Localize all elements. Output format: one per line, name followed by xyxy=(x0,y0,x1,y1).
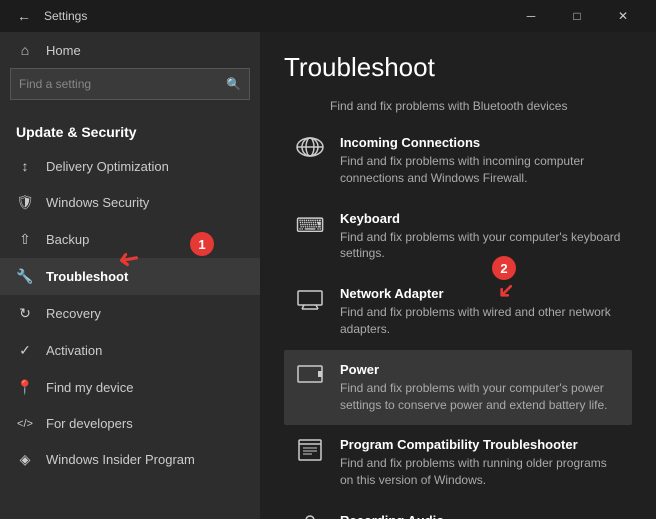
network-icon xyxy=(294,288,326,310)
sidebar-item-label: Recovery xyxy=(46,306,101,321)
developers-icon: </> xyxy=(16,418,34,430)
maximize-button[interactable]: □ xyxy=(554,0,600,32)
sidebar-item-activation[interactable]: ✓ Activation xyxy=(0,332,260,369)
find-device-icon: 📍 xyxy=(16,379,34,396)
window-controls: ─ □ ✕ xyxy=(508,0,646,32)
audio-icon xyxy=(294,515,326,519)
recovery-icon: ↻ xyxy=(16,305,34,322)
search-icon: 🔍 xyxy=(226,77,241,91)
app-title: Settings xyxy=(44,9,508,23)
sidebar-item-recovery[interactable]: ↻ Recovery xyxy=(0,295,260,332)
incoming-icon xyxy=(294,137,326,157)
power-icon xyxy=(294,364,326,384)
compatibility-text: Program Compatibility Troubleshooter Fin… xyxy=(340,437,622,489)
keyboard-icon: ⌨ xyxy=(294,213,326,238)
sidebar-item-label: Find my device xyxy=(46,380,133,395)
back-button[interactable]: ← xyxy=(10,2,38,30)
sidebar: ⌂ Home 🔍 Update & Security ↕ Delivery Op… xyxy=(0,32,260,519)
sidebar-item-label: Delivery Optimization xyxy=(46,159,169,174)
search-input[interactable] xyxy=(19,77,226,91)
incoming-text: Incoming Connections Find and fix proble… xyxy=(340,135,622,187)
sidebar-item-label: Backup xyxy=(46,232,89,247)
home-icon: ⌂ xyxy=(16,42,34,58)
sidebar-item-delivery[interactable]: ↕ Delivery Optimization xyxy=(0,148,260,184)
sidebar-item-backup[interactable]: ⇧ Backup xyxy=(0,221,260,258)
backup-icon: ⇧ xyxy=(16,231,34,248)
sidebar-item-label: Troubleshoot xyxy=(46,269,128,284)
activation-icon: ✓ xyxy=(16,342,34,359)
page-title: Troubleshoot xyxy=(284,52,632,83)
shield-icon: 🛡 xyxy=(16,194,34,211)
delivery-icon: ↕ xyxy=(16,158,34,174)
main-container: ⌂ Home 🔍 Update & Security ↕ Delivery Op… xyxy=(0,32,656,519)
troubleshoot-item-keyboard[interactable]: ⌨ Keyboard Find and fix problems with yo… xyxy=(284,199,632,275)
close-button[interactable]: ✕ xyxy=(600,0,646,32)
audio-text: Recording Audio Find and fix problems wi… xyxy=(340,513,622,519)
sidebar-item-insider[interactable]: ◈ Windows Insider Program xyxy=(0,441,260,478)
bluetooth-header: Find and fix problems with Bluetooth dev… xyxy=(284,99,632,113)
sidebar-item-troubleshoot[interactable]: 🔧 Troubleshoot xyxy=(0,258,260,295)
compatibility-icon xyxy=(294,439,326,461)
network-text: Network Adapter Find and fix problems wi… xyxy=(340,286,622,338)
sidebar-item-label: For developers xyxy=(46,416,133,431)
troubleshoot-item-audio[interactable]: Recording Audio Find and fix problems wi… xyxy=(284,501,632,519)
sidebar-item-label: Windows Security xyxy=(46,195,149,210)
sidebar-item-label: Activation xyxy=(46,343,102,358)
content-panel: Troubleshoot Find and fix problems with … xyxy=(260,32,656,519)
keyboard-text: Keyboard Find and fix problems with your… xyxy=(340,211,622,263)
titlebar: ← Settings ─ □ ✕ xyxy=(0,0,656,32)
insider-icon: ◈ xyxy=(16,451,34,468)
minimize-button[interactable]: ─ xyxy=(508,0,554,32)
power-text: Power Find and fix problems with your co… xyxy=(340,362,622,414)
sidebar-item-label: Windows Insider Program xyxy=(46,452,195,467)
troubleshoot-item-incoming[interactable]: Incoming Connections Find and fix proble… xyxy=(284,123,632,199)
sidebar-item-windows-security[interactable]: 🛡 Windows Security xyxy=(0,184,260,221)
sidebar-item-home[interactable]: ⌂ Home xyxy=(0,32,260,68)
sidebar-item-label: Home xyxy=(46,43,81,58)
sidebar-section-title: Update & Security xyxy=(0,110,260,148)
troubleshoot-item-network[interactable]: Network Adapter Find and fix problems wi… xyxy=(284,274,632,350)
search-box[interactable]: 🔍 xyxy=(10,68,250,100)
troubleshoot-icon: 🔧 xyxy=(16,268,34,285)
troubleshoot-item-power[interactable]: Power Find and fix problems with your co… xyxy=(284,350,632,426)
troubleshoot-item-compatibility[interactable]: Program Compatibility Troubleshooter Fin… xyxy=(284,425,632,501)
sidebar-item-find-device[interactable]: 📍 Find my device xyxy=(0,369,260,406)
sidebar-item-developers[interactable]: </> For developers xyxy=(0,406,260,441)
